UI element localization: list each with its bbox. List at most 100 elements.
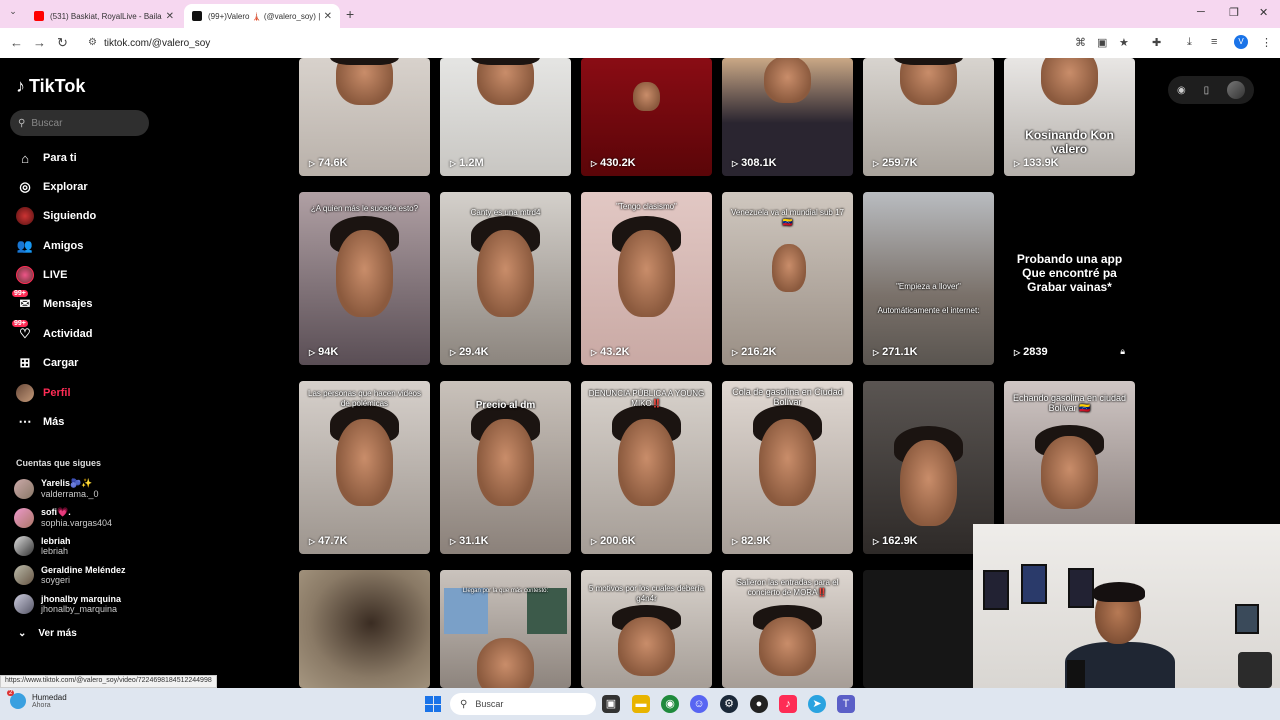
view-count-text: 2839 [1023,346,1048,358]
search-icon: ⚲ [460,698,468,710]
video-caption: ¿A quien más le sucede esto? [310,204,419,213]
play-icon: ▷ [1014,158,1021,168]
tiktok-app-icon[interactable]: ♪ [779,695,797,713]
video-card[interactable]: Echando gasolina en ciudad Bolívar 🇻🇪 [1004,381,1135,527]
video-card[interactable]: "Empieza a llover" Automáticamente el in… [863,192,994,365]
following-section-title: Cuentas que sigues [16,458,102,468]
menu-icon[interactable]: ⋮ [1261,36,1272,49]
video-card[interactable]: Venezuela va al mundial sub 17 🇻🇪 ▷ 216.2… [722,192,853,365]
following-item[interactable]: jhonalby marquina jhonalby_marquina [14,594,121,614]
tab-tiktok[interactable]: (99+)Valero 🗼 (@valero_soy) | ✕ [184,4,340,28]
video-caption: "Tengo clasismo" [616,202,677,211]
following-name: jhonalby marquina [41,594,122,604]
file-explorer-icon[interactable]: ▬ [632,695,650,713]
following-item[interactable]: Geraldine Meléndez soygeri [14,565,126,585]
window-close-button[interactable]: ✕ [1259,6,1268,19]
video-card[interactable]: Probando una app Que encontré pa Grabar … [1004,192,1135,365]
reload-button[interactable]: ↻ [57,35,68,51]
telegram-icon[interactable]: ➤ [808,695,826,713]
media-icon[interactable]: ≡ [1211,36,1217,48]
video-card[interactable]: Salieron las entradas para el concierto … [722,570,853,688]
video-card[interactable]: ▷ 308.1K [722,58,853,176]
nav-explorar[interactable]: ◎ Explorar [16,177,87,197]
close-icon[interactable]: ✕ [324,11,332,22]
video-card[interactable]: ▷ 259.7K [863,58,994,176]
play-icon: ▷ [732,347,739,357]
avatar[interactable] [1227,81,1246,99]
close-icon[interactable]: ✕ [166,11,174,22]
play-icon: ▷ [591,347,598,357]
following-item[interactable]: sofi💗. sophia.vargas404 [14,507,112,528]
minimize-button[interactable]: ─ [1197,6,1205,18]
nav-mas[interactable]: ⋯ Más [16,412,65,432]
view-count-text: 82.9K [741,535,771,547]
play-icon: ▷ [873,158,880,168]
tab-youtube[interactable]: (531) Baskiat, RoyalLive - Bailan ✕ [26,4,182,28]
video-card[interactable]: Kosinando Kon valero ▷ 133.9K [1004,58,1135,176]
video-card[interactable] [299,570,430,688]
nav-siguiendo[interactable]: Siguiendo [16,206,96,226]
site-info-icon[interactable]: ⚙ [88,37,97,48]
download-icon[interactable]: ⤓ [1187,36,1192,49]
address-bar[interactable]: ⚙ tiktok.com/@valero_soy [80,32,1140,54]
nav-amigos[interactable]: 👥 Amigos [16,236,83,256]
following-item[interactable]: Yarelis🫐✨ valderrama._0 [14,478,99,499]
chrome-icon[interactable]: ◉ [661,695,679,713]
more-icon: ⋯ [18,414,32,429]
video-card[interactable]: ▷ 74.6K [299,58,430,176]
video-card[interactable]: Las personas que hacen videos de polémic… [299,381,430,554]
following-item[interactable]: lebriah lebriah [14,536,71,556]
nav-para-ti[interactable]: ⌂ Para ti [16,148,77,168]
discord-icon[interactable]: ☺ [690,695,708,713]
video-card[interactable]: 5 motivos por los cuales debería g4n4r [581,570,712,688]
teams-icon[interactable]: T [837,695,855,713]
see-more-button[interactable]: ⌄ Ver más [18,628,77,639]
video-caption: Venezuela va al mundial sub 17 🇻🇪 [731,208,844,227]
search-input[interactable]: ⚲ Buscar [10,110,149,136]
search-icon: ⚲ [18,117,26,129]
video-card[interactable]: Llegan por la que más contestó: [440,570,571,688]
video-caption: Salieron las entradas para el concierto … [736,578,839,597]
translate-icon[interactable]: ⌘ [1075,36,1086,49]
video-card[interactable]: Precio al dm ▷ 31.1K [440,381,571,554]
coin-icon[interactable]: ◉ [1177,85,1186,96]
forward-button[interactable]: → [33,35,46,50]
nav-cargar[interactable]: ⊞ Cargar [16,353,79,373]
new-tab-button[interactable]: + [346,6,354,22]
following-name: lebriah [41,536,71,546]
see-more-label: Ver más [38,628,77,639]
video-card[interactable]: Cola de gasolina en Ciudad Bolívar ▷ 82.9… [722,381,853,554]
video-card[interactable]: ▷ 1.2M [440,58,571,176]
following-handle: jhonalby_marquina [41,604,118,614]
back-button[interactable]: ← [10,35,23,50]
activity-icon: ♡ 99+ [12,320,31,341]
video-card[interactable]: Canty es una mtrd4 ▷ 29.4K [440,192,571,365]
video-card[interactable]: "Tengo clasismo" ▷ 43.2K [581,192,712,365]
weather-widget[interactable]: 2 Humedad Ahora [7,690,67,709]
view-count: ▷ 94K [309,346,338,358]
live-icon [16,266,34,284]
tiktok-logo[interactable]: ♪ TikTok [16,76,85,97]
messages-badge: 99+ [12,290,28,297]
restore-button[interactable]: ❐ [1229,6,1239,19]
play-icon: ▷ [1014,347,1021,357]
taskbar-search-input[interactable]: ⚲ Buscar [450,693,596,715]
play-icon: ▷ [732,158,739,168]
profile-avatar[interactable]: V [1234,35,1248,49]
obs-icon[interactable]: ● [750,695,768,713]
install-icon[interactable]: ▣ [1097,36,1107,49]
nav-actividad[interactable]: ♡ 99+ Actividad [12,320,93,344]
task-view-icon[interactable]: ▣ [602,695,620,713]
video-card[interactable]: ¿A quien más le sucede esto? ▷ 94K [299,192,430,365]
nav-mensajes[interactable]: ✉ 99+ Mensajes [12,290,93,314]
extensions-icon[interactable]: ✚ [1152,36,1161,49]
steam-icon[interactable]: ⚙ [720,695,738,713]
video-card[interactable]: DENUNCIA PÚBLICA A YOUNG MIKO‼️ ▷ 200.6K [581,381,712,554]
windows-start-icon[interactable] [425,696,441,712]
nav-live[interactable]: LIVE [16,265,67,285]
tab-search-dropdown-icon[interactable]: ⌄ [6,6,20,20]
nav-perfil[interactable]: Perfil [16,383,71,403]
device-icon[interactable]: ▯ [1204,85,1210,96]
video-card[interactable]: ▷ 430.2K [581,58,712,176]
bookmark-star-icon[interactable]: ★ [1119,36,1129,49]
